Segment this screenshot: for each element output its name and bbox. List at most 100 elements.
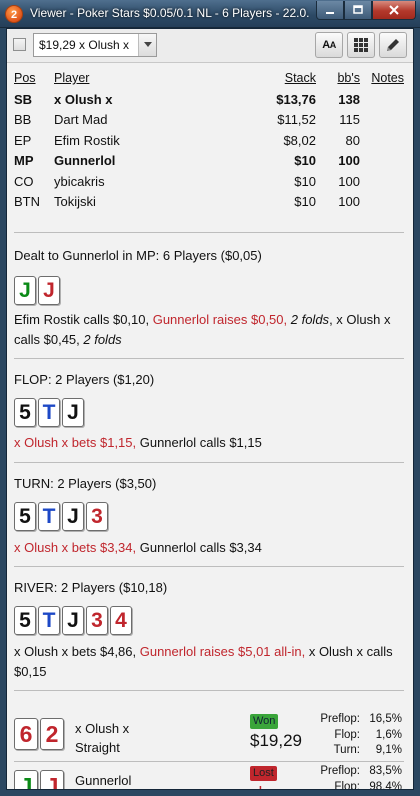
playing-card: 3 bbox=[86, 502, 108, 531]
playing-card: 3 bbox=[86, 606, 108, 635]
turn-board-cards: 5TJ3 bbox=[14, 502, 108, 531]
equity-row: Flop: 1,6% bbox=[314, 728, 402, 744]
action-text: Efim Rostik calls $0,10, bbox=[14, 312, 153, 327]
equity-row: Turn: 9,1% bbox=[314, 743, 402, 759]
player-name[interactable]: ybicakris bbox=[54, 174, 105, 189]
equity-label: Preflop: bbox=[320, 765, 360, 777]
equity-value: 16,5% bbox=[369, 713, 402, 725]
player-stack: $10 bbox=[294, 153, 316, 168]
playing-card: J bbox=[14, 276, 36, 305]
player-name[interactable]: Gunnerlol bbox=[54, 153, 115, 168]
playing-card: J bbox=[62, 502, 84, 531]
font-size-button[interactable]: AA bbox=[315, 32, 343, 58]
playing-card: 4 bbox=[110, 606, 132, 635]
player-select[interactable]: $19,29 x Olush x bbox=[33, 33, 157, 57]
equity-row: Preflop: 83,5% bbox=[314, 764, 402, 780]
minimize-button[interactable] bbox=[316, 1, 344, 20]
app-icon: 2 bbox=[5, 5, 23, 23]
toolbar: $19,29 x Olush x AA bbox=[7, 29, 413, 63]
preflop-action: Efim Rostik calls $0,10, Gunnerlol raise… bbox=[14, 310, 394, 350]
separator bbox=[14, 358, 404, 359]
result-badge: Lost bbox=[250, 766, 277, 781]
equity-row: Preflop: 16,5% bbox=[314, 712, 402, 728]
player-name[interactable]: x Olush x bbox=[54, 92, 113, 107]
player-stack: $10 bbox=[294, 194, 316, 209]
equity-value: 1,6% bbox=[375, 728, 402, 741]
player-bbs: 115 bbox=[339, 112, 360, 127]
player-bbs: 100 bbox=[338, 173, 360, 189]
playing-card: 2 bbox=[40, 718, 64, 750]
close-button[interactable] bbox=[372, 1, 416, 20]
player-bbs: 80 bbox=[345, 132, 360, 148]
action-text: 2 folds bbox=[83, 332, 122, 347]
separator bbox=[14, 462, 404, 463]
equity-label: Flop: bbox=[334, 728, 360, 741]
header-notes[interactable]: Notes bbox=[371, 71, 404, 85]
player-position: SB bbox=[14, 91, 33, 107]
playing-card: 6 bbox=[14, 718, 38, 750]
equity-label: Turn: bbox=[333, 744, 360, 756]
playing-card: T bbox=[38, 398, 60, 427]
hand-history-content[interactable]: Pos Player Stack bb's Notes SB x Olush x $… bbox=[7, 64, 413, 790]
player-stack: $13,76 bbox=[276, 91, 316, 107]
font-size-icon: AA bbox=[322, 39, 336, 51]
player-position: BTN bbox=[14, 194, 40, 209]
hand-checkbox[interactable] bbox=[13, 38, 26, 51]
player-row[interactable]: EP Efim Rostik $8,02 80 bbox=[14, 130, 404, 151]
action-text: x Olush x bets $4,86, bbox=[14, 644, 140, 659]
player-position: CO bbox=[14, 173, 34, 189]
showdown-row: JJ GunnerlolThree of a Kind Lost shows Prefl… bbox=[7, 762, 413, 790]
showdown-cards: JJ bbox=[14, 770, 64, 789]
player-row[interactable]: BB Dart Mad $11,52 115 bbox=[14, 109, 404, 130]
maximize-button[interactable] bbox=[344, 1, 372, 20]
window-frame: $19,29 x Olush x AA Pos Player Stack bb'… bbox=[0, 28, 420, 796]
turn-action: x Olush x bets $3,34, Gunnerlol calls $3… bbox=[14, 538, 394, 558]
viewer-panel: $19,29 x Olush x AA Pos Player Stack bb'… bbox=[6, 28, 414, 790]
showdown-amount: $19,29 bbox=[250, 731, 302, 750]
result-badge: Won bbox=[250, 714, 279, 729]
player-stack: $8,02 bbox=[283, 132, 316, 148]
player-stack: $11,52 bbox=[277, 112, 316, 127]
player-bbs: 100 bbox=[338, 153, 360, 168]
equity-stats: Preflop: 16,5% Flop: 1,6% Turn: 9,1% bbox=[314, 712, 402, 759]
separator bbox=[14, 232, 404, 233]
edit-button[interactable] bbox=[379, 32, 407, 58]
flop-action: x Olush x bets $1,15, Gunnerlol calls $1… bbox=[14, 433, 394, 453]
playing-card: J bbox=[14, 770, 38, 789]
preflop-title: Dealt to Gunnerlol in MP: 6 Players ($0,… bbox=[14, 248, 262, 263]
header-pos[interactable]: Pos bbox=[14, 71, 36, 85]
equity-label: Preflop: bbox=[320, 713, 360, 725]
minimize-icon bbox=[326, 12, 334, 14]
grid-button[interactable] bbox=[347, 32, 375, 58]
equity-stats: Preflop:83,5%Flop:98,4%Turn:90,9% bbox=[314, 764, 402, 790]
maximize-icon bbox=[353, 5, 363, 14]
showdown-player-name[interactable]: x Olush x bbox=[75, 719, 129, 738]
playing-card: T bbox=[38, 502, 60, 531]
player-row[interactable]: BTN Tokijski $10 100 bbox=[14, 191, 404, 212]
action-text: x Olush x bets $1,15, bbox=[14, 435, 140, 450]
player-row[interactable]: SB x Olush x $13,76 138 bbox=[14, 89, 404, 110]
showdown-amount: shows bbox=[250, 783, 298, 789]
player-row[interactable]: MP Gunnerlol $10 100 bbox=[14, 150, 404, 171]
action-text: x Olush x bets $3,34, bbox=[14, 540, 140, 555]
showdown-player: GunnerlolThree of a Kind bbox=[75, 771, 164, 789]
player-name[interactable]: Efim Rostik bbox=[54, 133, 120, 148]
playing-card: 5 bbox=[14, 502, 36, 531]
player-bbs: 100 bbox=[338, 194, 360, 209]
header-bbs[interactable]: bb's bbox=[337, 71, 360, 85]
player-name[interactable]: Tokijski bbox=[54, 194, 96, 209]
header-player[interactable]: Player bbox=[54, 71, 89, 85]
title-bar[interactable]: 2 Viewer - Poker Stars $0.05/0.1 NL - 6 … bbox=[0, 0, 420, 28]
action-text: Gunnerlol calls $1,15 bbox=[139, 435, 262, 450]
player-row[interactable]: CO ybicakris $10 100 bbox=[14, 171, 404, 192]
player-position: MP bbox=[14, 153, 34, 168]
showdown-hand-rank: Straight bbox=[75, 740, 120, 755]
equity-value: 98,4% bbox=[369, 780, 402, 790]
player-name[interactable]: Dart Mad bbox=[54, 112, 107, 127]
playing-card: T bbox=[38, 606, 60, 635]
chevron-down-icon[interactable] bbox=[138, 34, 156, 56]
equity-label: Flop: bbox=[334, 780, 360, 790]
showdown-player-name[interactable]: Gunnerlol bbox=[75, 771, 164, 789]
hero-cards: JJ bbox=[14, 276, 60, 305]
header-stack[interactable]: Stack bbox=[285, 71, 316, 85]
